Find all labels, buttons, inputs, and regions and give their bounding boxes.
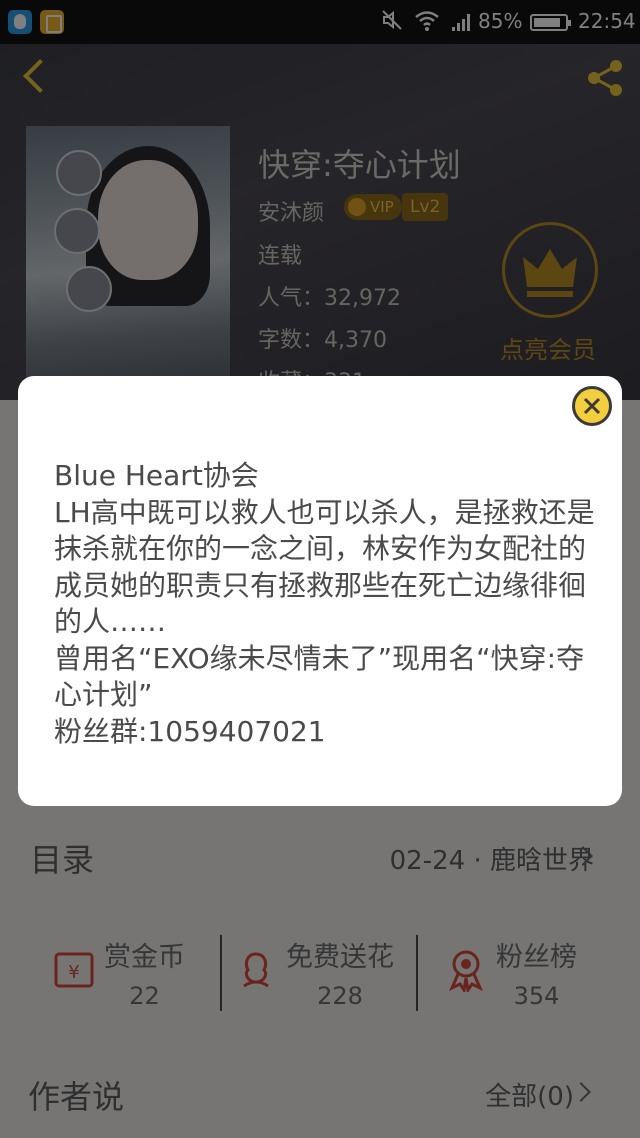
book-intro-dialog: Blue Heart协会 LH高中既可以救人也可以杀人，是拯救还是抹杀就在你的一… <box>18 376 622 806</box>
book-description: Blue Heart协会 LH高中既可以救人也可以杀人，是拯救还是抹杀就在你的一… <box>54 459 595 748</box>
close-icon[interactable] <box>572 386 612 426</box>
